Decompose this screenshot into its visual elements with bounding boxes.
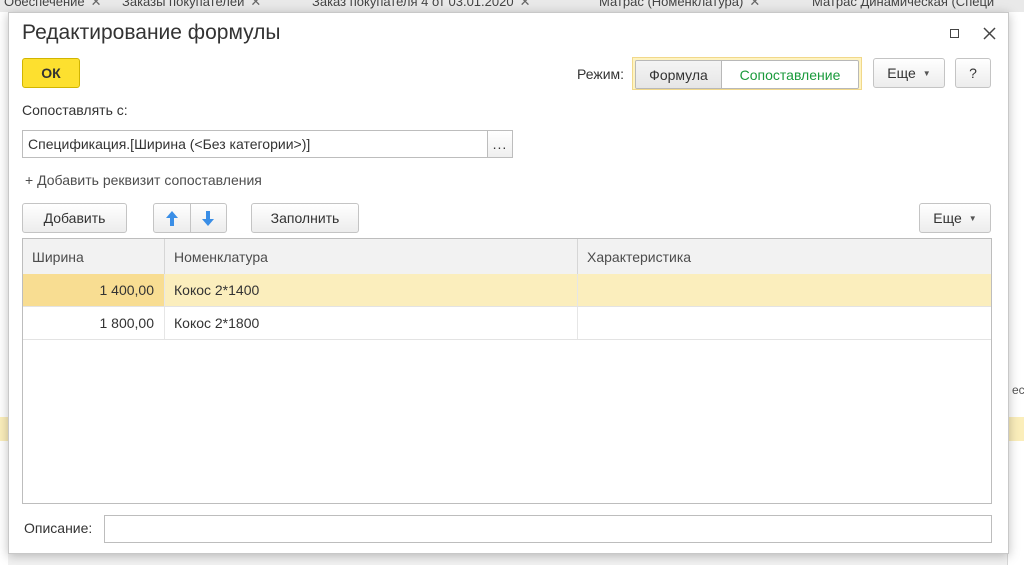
background-selected-row (1008, 417, 1024, 441)
fill-button[interactable]: Заполнить (251, 203, 359, 233)
arrow-up-icon (165, 210, 178, 226)
arrow-down-icon (202, 210, 215, 226)
table-more-label: Еще (933, 210, 962, 226)
background-tab-label: Матрас Динамическая (Специ (812, 0, 995, 9)
cell-nomenclature[interactable]: Кокос 2*1400 (165, 274, 578, 306)
more-button-label: Еще (887, 65, 916, 81)
background-tab[interactable]: Обеспечение ✕ (4, 0, 102, 10)
column-header-characteristic[interactable]: Характеристика (578, 239, 991, 274)
dialog-title: Редактирование формулы (22, 21, 281, 44)
add-attribute-link[interactable]: + Добавить реквизит сопоставления (25, 172, 262, 188)
match-table[interactable]: Ширина Номенклатура Характеристика 1 400… (22, 238, 992, 504)
restore-button[interactable] (944, 23, 964, 43)
move-down-button[interactable] (189, 204, 227, 232)
background-tab-label: Матрас (Номенклатура) (599, 0, 744, 9)
close-icon[interactable]: ✕ (749, 0, 760, 9)
table-row[interactable]: 1 400,00 Кокос 2*1400 (23, 274, 991, 307)
background-left-panel (0, 12, 8, 565)
background-tab[interactable]: Заказы покупателей ✕ (122, 0, 261, 10)
cell-characteristic[interactable] (578, 274, 991, 306)
column-header-width[interactable]: Ширина (23, 239, 165, 274)
background-tab[interactable]: Матрас (Номенклатура) ✕ (599, 0, 760, 10)
chevron-down-icon: ▼ (922, 68, 931, 78)
background-tab-label: Заказ покупателя 4 от 03.01.2020 (312, 0, 514, 9)
background-tab-label: Заказы покупателей (122, 0, 245, 9)
close-icon[interactable]: ✕ (520, 0, 531, 9)
cell-width[interactable]: 1 400,00 (23, 274, 165, 306)
move-buttons (153, 203, 227, 233)
background-cell: ес (1012, 374, 1024, 406)
match-with-field[interactable]: Спецификация.[Ширина (<Без категории>)] (22, 130, 488, 158)
help-button[interactable]: ? (955, 58, 991, 88)
edit-formula-dialog: Редактирование формулы ОК Режим: Формула… (8, 12, 1009, 554)
close-icon (982, 26, 996, 40)
close-icon[interactable]: ✕ (250, 0, 261, 9)
choose-button[interactable]: ... (487, 130, 513, 158)
cell-width[interactable]: 1 800,00 (23, 307, 165, 339)
match-with-label: Сопоставлять с: (22, 102, 128, 118)
table-header: Ширина Номенклатура Характеристика (23, 239, 991, 275)
background-tab-label: Обеспечение (4, 0, 85, 9)
close-icon[interactable]: ✕ (91, 0, 102, 9)
background-selected-row (0, 417, 8, 441)
ok-button[interactable]: ОК (22, 58, 80, 88)
cell-nomenclature[interactable]: Кокос 2*1800 (165, 307, 578, 339)
description-field[interactable] (104, 515, 992, 543)
mode-formula-button[interactable]: Формула (636, 61, 722, 88)
background-right-panel: ес (1007, 12, 1024, 565)
add-button[interactable]: Добавить (22, 203, 127, 233)
mode-switch: Формула Сопоставление (632, 57, 862, 90)
close-button[interactable] (979, 23, 999, 43)
restore-icon (949, 28, 959, 38)
background-tab[interactable]: Матрас Динамическая (Специ (812, 0, 994, 9)
mode-label: Режим: (577, 66, 625, 82)
more-button[interactable]: Еще ▼ (873, 58, 945, 88)
table-row[interactable]: 1 800,00 Кокос 2*1800 (23, 307, 991, 340)
chevron-down-icon: ▼ (968, 213, 977, 223)
background-tab[interactable]: Заказ покупателя 4 от 03.01.2020 ✕ (312, 0, 530, 10)
column-header-nomenclature[interactable]: Номенклатура (165, 239, 578, 274)
mode-match-button[interactable]: Сопоставление (722, 61, 858, 88)
description-label: Описание: (24, 520, 93, 536)
cell-characteristic[interactable] (578, 307, 991, 339)
table-more-button[interactable]: Еще ▼ (919, 203, 991, 233)
move-up-button[interactable] (154, 204, 190, 232)
